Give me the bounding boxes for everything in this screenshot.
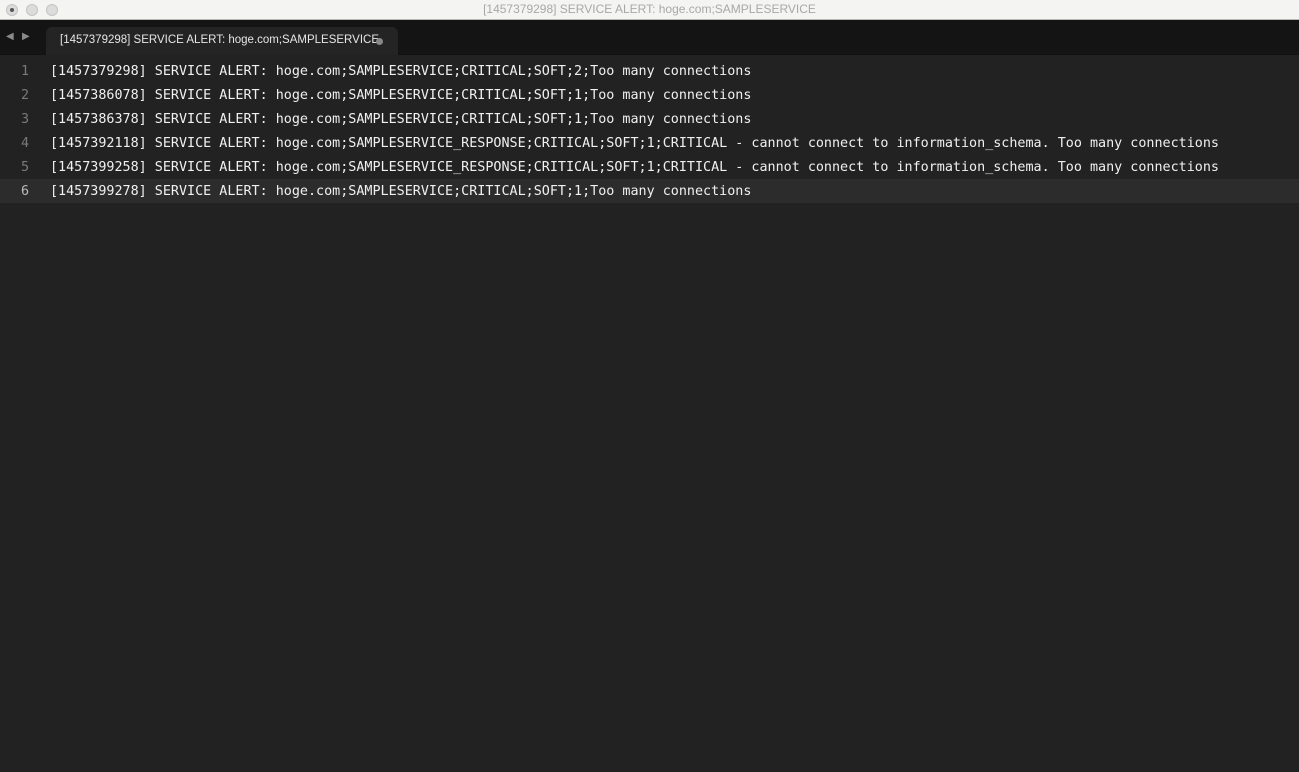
tab-active[interactable]: [1457379298] SERVICE ALERT: hoge.com;SAM… [46,27,398,55]
tab-forward-icon[interactable]: ▶ [22,31,30,42]
line-text: [1457392118] SERVICE ALERT: hoge.com;SAM… [50,135,1219,151]
code-line[interactable]: 2 [1457386078] SERVICE ALERT: hoge.com;SA… [0,83,1299,107]
code-line[interactable]: 5 [1457399258] SERVICE ALERT: hoge.com;SA… [0,155,1299,179]
line-number: 4 [20,135,29,151]
title-bar: [1457379298] SERVICE ALERT: hoge.com;SAM… [0,0,1299,20]
code-line-current[interactable]: 6 [1457399278] SERVICE ALERT: hoge.com;SA… [0,179,1299,203]
line-number: 1 [20,63,29,79]
editor[interactable]: 1 [1457379298] SERVICE ALERT: hoge.com;SA… [0,55,1299,203]
line-number: 3 [20,111,29,127]
tab-back-icon[interactable]: ◀ [6,31,14,42]
line-text: [1457386078] SERVICE ALERT: hoge.com;SAM… [50,87,752,103]
line-text: [1457399278] SERVICE ALERT: hoge.com;SAM… [50,183,752,199]
code-line[interactable]: 3 [1457386378] SERVICE ALERT: hoge.com;SA… [0,107,1299,131]
code-line[interactable]: 4 [1457392118] SERVICE ALERT: hoge.com;SA… [0,131,1299,155]
unsaved-dot-icon[interactable] [376,38,383,45]
window-title: [1457379298] SERVICE ALERT: hoge.com;SAM… [483,2,816,16]
line-text: [1457379298] SERVICE ALERT: hoge.com;SAM… [50,63,752,79]
tab-label: [1457379298] SERVICE ALERT: hoge.com;SAM… [60,34,379,46]
line-number: 6 [20,183,29,199]
code-line[interactable]: 1 [1457379298] SERVICE ALERT: hoge.com;SA… [0,59,1299,83]
line-text: [1457399258] SERVICE ALERT: hoge.com;SAM… [50,159,1219,175]
tab-bar: ◀ ▶ [1457379298] SERVICE ALERT: hoge.com… [0,20,1299,55]
line-number: 5 [20,159,29,175]
line-text: [1457386378] SERVICE ALERT: hoge.com;SAM… [50,111,752,127]
line-number: 2 [20,87,29,103]
